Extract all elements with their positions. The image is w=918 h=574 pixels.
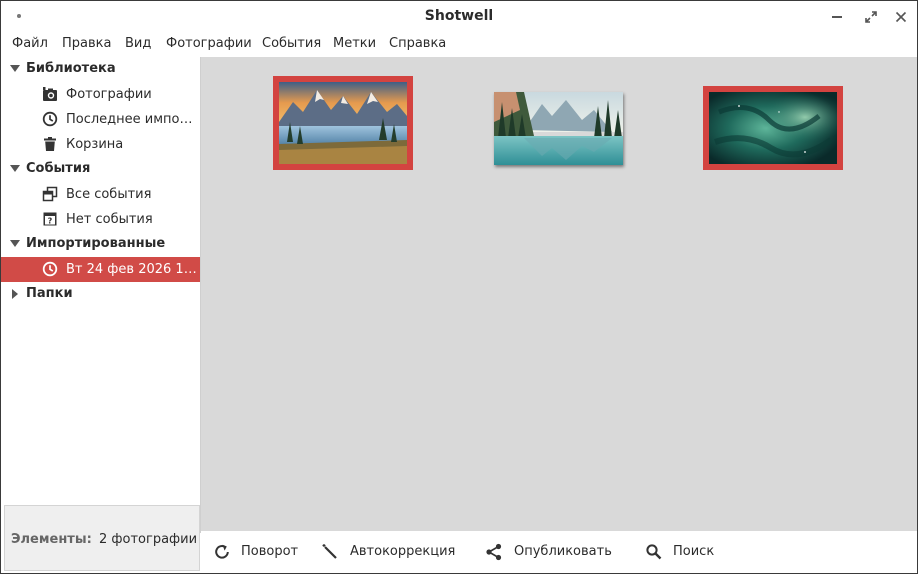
sidebar-section-events[interactable]: События	[1, 157, 200, 182]
expander-closed-icon[interactable]	[12, 289, 18, 299]
rotate-button[interactable]: Поворот	[211, 531, 301, 573]
menu-edit[interactable]: Правка	[62, 36, 111, 51]
sidebar-section-folders[interactable]: Папки	[1, 282, 200, 307]
status-box: Элементы: 2 фотографии	[4, 505, 200, 571]
sidebar-item-label: Корзина	[66, 137, 124, 152]
close-icon	[895, 11, 907, 23]
maximize-button[interactable]	[861, 7, 881, 27]
menu-events[interactable]: События	[262, 36, 321, 51]
window-title: Shotwell	[424, 8, 494, 24]
maximize-icon	[865, 11, 877, 23]
magic-wand-icon	[322, 544, 337, 559]
menu-help[interactable]: Справка	[389, 36, 446, 51]
photo-image	[709, 92, 837, 164]
close-button[interactable]	[891, 7, 911, 27]
photo-thumbnail[interactable]	[273, 76, 413, 170]
sidebar-item-last-import[interactable]: Последнее импортированное	[1, 107, 200, 132]
sidebar-section-imported[interactable]: Импортированные	[1, 232, 200, 257]
expander-open-icon[interactable]	[10, 165, 20, 172]
trash-icon	[44, 137, 56, 151]
search-button[interactable]: Поиск	[644, 531, 724, 573]
photo-thumbnail[interactable]	[494, 92, 623, 165]
menu-bar: Файл Правка Вид Фотографии События Метки…	[1, 32, 917, 57]
search-icon	[646, 544, 662, 560]
enhance-label: Автокоррекция	[350, 544, 456, 559]
section-label: Папки	[26, 286, 73, 301]
publish-label: Опубликовать	[514, 544, 612, 559]
svg-text:?: ?	[48, 217, 53, 226]
minimize-button[interactable]	[827, 7, 847, 27]
rotate-label: Поворот	[241, 544, 299, 559]
menu-tags[interactable]: Метки	[333, 36, 376, 51]
publish-button[interactable]: Опубликовать	[484, 531, 614, 573]
sidebar-item-all-events[interactable]: Все события	[1, 182, 200, 207]
expander-open-icon[interactable]	[10, 240, 20, 247]
rotate-icon	[215, 544, 229, 559]
sidebar-item-label: Вт 24 фев 2026 14:00	[66, 262, 198, 277]
expander-open-icon[interactable]	[10, 65, 20, 72]
sidebar: Библиотека Фотографии Последнее импортир…	[1, 57, 201, 533]
sidebar-item-photos[interactable]: Фотографии	[1, 82, 200, 107]
menu-view[interactable]: Вид	[125, 36, 151, 51]
camera-icon	[43, 87, 57, 101]
status-value: 2 фотографии	[99, 532, 198, 547]
bottom-toolbar: Поворот Автокоррекция Опубликовать Поиск	[201, 531, 917, 573]
no-event-icon: ?	[43, 212, 57, 226]
sidebar-item-no-event[interactable]: ? Нет события	[1, 207, 200, 232]
clock-icon	[42, 111, 58, 127]
share-icon	[486, 543, 502, 561]
section-label: Импортированные	[26, 236, 166, 251]
enhance-button[interactable]: Автокоррекция	[319, 531, 456, 573]
search-label: Поиск	[673, 544, 715, 559]
status-label: Элементы:	[11, 532, 92, 547]
photo-grid[interactable]	[201, 57, 917, 531]
shotwell-window: Shotwell Файл Правка Вид Фотографии Собы…	[0, 0, 918, 574]
sidebar-section-library[interactable]: Библиотека	[1, 57, 200, 82]
menu-file[interactable]: Файл	[12, 36, 48, 51]
sidebar-item-label: Фотографии	[66, 87, 152, 102]
section-label: Библиотека	[26, 61, 116, 76]
sidebar-item-label: Все события	[66, 187, 152, 202]
section-label: События	[26, 161, 91, 176]
photo-image	[494, 92, 623, 165]
photo-image	[279, 82, 407, 164]
sidebar-item-import-date[interactable]: Вт 24 фев 2026 14:00	[1, 257, 200, 282]
photo-thumbnail[interactable]	[703, 86, 843, 170]
sidebar-item-trash[interactable]: Корзина	[1, 132, 200, 157]
sidebar-item-label: Нет события	[66, 212, 153, 227]
sidebar-item-label: Последнее импортированное	[66, 112, 198, 127]
events-icon	[42, 186, 58, 202]
title-bar: Shotwell	[1, 1, 917, 32]
menu-photos[interactable]: Фотографии	[166, 36, 252, 51]
clock-icon	[42, 261, 58, 277]
